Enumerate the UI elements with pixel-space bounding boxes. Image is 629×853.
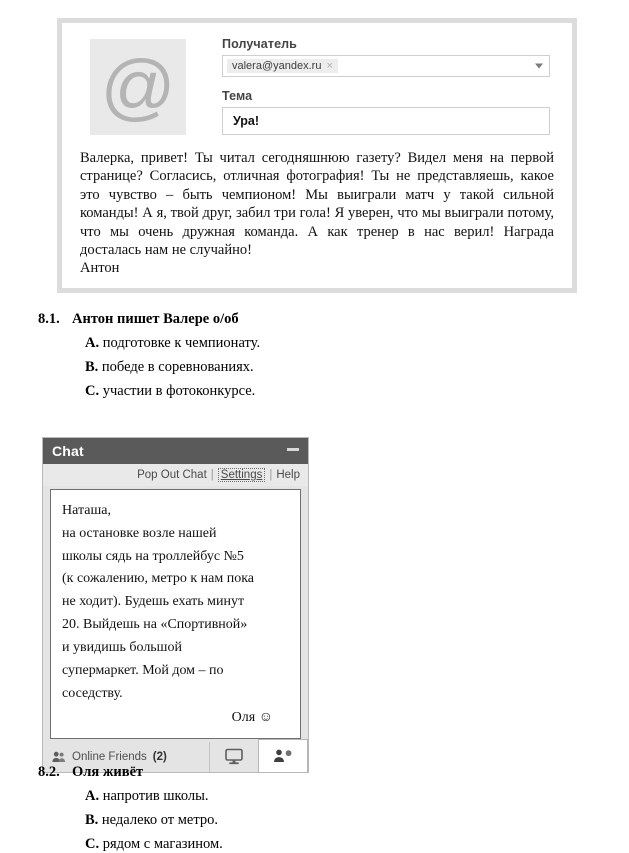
question-8-2-stem: 8.2. Оля живёт xyxy=(38,764,598,781)
recipient-input[interactable]: valera@yandex.ru × xyxy=(222,55,550,77)
option-text: победе в соревнованиях. xyxy=(101,359,254,375)
question-8-1-option-b[interactable]: B. победе в соревнованиях. xyxy=(85,359,598,376)
chat-message-area[interactable]: Наташа, на остановке возле нашей школы с… xyxy=(50,489,301,740)
pop-out-chat-button[interactable]: Pop Out Chat xyxy=(137,469,207,481)
email-compose-panel: @ Получатель valera@yandex.ru × Тема Ура… xyxy=(57,18,577,293)
question-8-1-number: 8.1. xyxy=(38,311,60,327)
option-letter: A. xyxy=(85,335,100,351)
subject-input[interactable]: Ура! xyxy=(222,107,550,135)
question-8-1: 8.1. Антон пишет Валере о/об A. подготовк… xyxy=(38,311,598,400)
question-8-1-stem: 8.1. Антон пишет Валере о/об xyxy=(38,311,598,328)
at-sign-avatar-icon: @ xyxy=(90,39,186,135)
chat-message-line: (к сожалению, метро к нам пока xyxy=(62,571,255,587)
chat-window-title: Chat xyxy=(52,443,84,459)
recipient-chip-text: valera@yandex.ru xyxy=(232,60,322,72)
chat-window: Chat Pop Out Chat | Settings | Help Ната… xyxy=(42,437,309,774)
option-letter: A. xyxy=(85,788,100,804)
option-text: подготовке к чемпионату. xyxy=(102,335,261,351)
chat-message-line: и увидишь большой xyxy=(62,639,182,655)
question-8-2-option-c[interactable]: C. рядом с магазином. xyxy=(85,836,598,853)
subject-value: Ура! xyxy=(233,114,260,128)
recipient-chip[interactable]: valera@yandex.ru × xyxy=(227,59,338,73)
people-icon xyxy=(52,751,66,763)
email-header-row: @ Получатель valera@yandex.ru × Тема Ура… xyxy=(78,37,556,135)
remove-recipient-icon[interactable]: × xyxy=(326,60,332,72)
online-friends-label: Online Friends xyxy=(72,751,147,764)
option-text: участии в фотоконкурсе. xyxy=(102,383,256,399)
chat-signature: Оля ☺ xyxy=(231,710,273,726)
question-8-2-option-a[interactable]: A. напротив школы. xyxy=(85,788,598,805)
chat-message-line: школы сядь на троллейбус №5 xyxy=(62,548,244,564)
option-text: недалеко от метро. xyxy=(101,812,218,828)
option-letter: B. xyxy=(85,812,99,828)
chat-message-line: супермаркет. Мой дом – по xyxy=(62,662,224,678)
chat-message-line: соседству. xyxy=(62,685,123,701)
question-8-2-number: 8.2. xyxy=(38,764,60,780)
question-8-2: 8.2. Оля живёт A. напротив школы. B. неда… xyxy=(38,764,598,853)
email-body-text: Валерка, привет! Ты читал сегодняшнюю га… xyxy=(80,150,554,259)
help-button[interactable]: Help xyxy=(276,469,300,481)
chat-toolbar: Pop Out Chat | Settings | Help xyxy=(43,464,308,486)
chat-message-line: 20. Выйдешь на «Спортивной» xyxy=(62,617,248,633)
recipient-label: Получатель xyxy=(222,37,297,51)
subject-label: Тема xyxy=(222,89,253,103)
chat-titlebar: Chat xyxy=(43,438,308,464)
question-8-1-option-c[interactable]: C. участии в фотоконкурсе. xyxy=(85,383,598,400)
question-8-1-option-a[interactable]: A. подготовке к чемпионату. xyxy=(85,335,598,352)
toolbar-separator: | xyxy=(210,469,214,481)
email-compose-inner: @ Получатель valera@yandex.ru × Тема Ура… xyxy=(62,23,572,288)
chat-message-line: Наташа, xyxy=(62,503,111,518)
option-letter: C. xyxy=(85,836,100,852)
option-letter: C. xyxy=(85,383,100,399)
option-letter: B. xyxy=(85,359,99,375)
toolbar-separator: | xyxy=(269,469,273,481)
person-status-icon xyxy=(272,749,294,763)
minimize-icon[interactable] xyxy=(287,447,299,451)
settings-button[interactable]: Settings xyxy=(217,468,266,482)
question-8-1-text: Антон пишет Валере о/об xyxy=(72,311,239,327)
option-text: рядом с магазином. xyxy=(102,836,223,852)
chat-message-line: на остановке возле нашей xyxy=(62,525,217,541)
option-text: напротив школы. xyxy=(102,788,209,804)
question-8-2-option-b[interactable]: B. недалеко от метро. xyxy=(85,812,598,829)
email-signature: Антон xyxy=(80,260,120,277)
chat-message-line: не ходит). Будешь ехать минут xyxy=(62,594,245,610)
email-fields: Получатель valera@yandex.ru × Тема Ура! xyxy=(222,37,556,135)
chevron-down-icon[interactable] xyxy=(535,63,543,69)
online-friends-count: (2) xyxy=(152,751,167,764)
question-8-2-text: Оля живёт xyxy=(72,764,144,780)
